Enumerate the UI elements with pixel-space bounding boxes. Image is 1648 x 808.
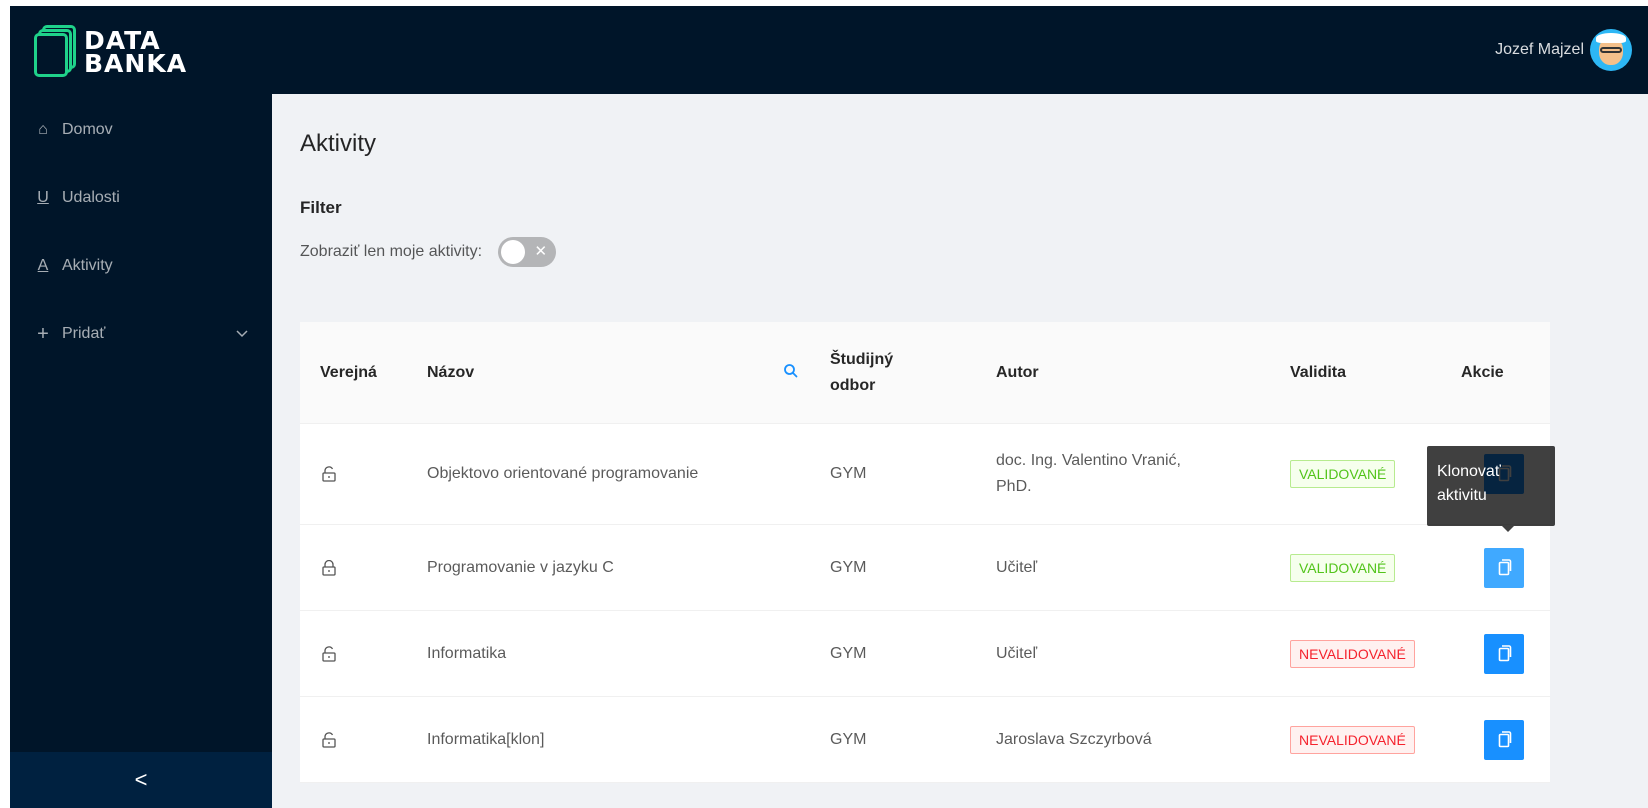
logo-line-2: BANKA	[84, 49, 188, 78]
column-header-author: Autor	[996, 364, 1039, 381]
table-row[interactable]: Informatika[klon] GYM Jaroslava Szczyrbo…	[300, 697, 1550, 783]
status-badge: VALIDOVANÉ	[1290, 553, 1396, 582]
filter-title: Filter	[300, 198, 342, 217]
sidebar-item-udalosti[interactable]: U Udalosti	[10, 178, 272, 218]
activity-name[interactable]: Objektovo orientované programovanie	[427, 424, 698, 524]
table-row[interactable]: Objektovo orientované programovanie GYM …	[300, 424, 1550, 525]
column-header-name: Názov	[427, 364, 475, 381]
chevron-down-icon	[236, 327, 248, 341]
clone-tooltip: Klonovať aktivitu	[1427, 446, 1555, 526]
column-header-public: Verejná	[320, 364, 377, 381]
top-header: DATA BANKA Jozef Majzel	[10, 6, 1648, 94]
column-header-field-line2: odbor	[830, 377, 876, 394]
status-badge: NEVALIDOVANÉ	[1290, 725, 1415, 754]
actions-cell	[1484, 697, 1524, 782]
validity-cell: NEVALIDOVANÉ	[1290, 611, 1415, 696]
column-header-field: Študijný odbor	[830, 322, 893, 424]
avatar[interactable]	[1590, 29, 1632, 71]
logo-text: DATA BANKA	[84, 28, 188, 78]
copy-icon	[1498, 558, 1512, 575]
activity-author: Učiteľ	[996, 558, 1038, 576]
status-badge: VALIDOVANÉ	[1290, 460, 1396, 488]
validity-cell: NEVALIDOVANÉ	[1290, 697, 1415, 782]
activity-author: Učiteľ	[996, 644, 1038, 662]
sidebar-item-domov[interactable]: ⌂ Domov	[10, 110, 272, 150]
toggle-knob	[501, 240, 526, 264]
activity-field: GYM	[830, 644, 867, 662]
activity-author: Jaroslava Szczyrbová	[996, 730, 1152, 748]
page-title: Aktivity	[300, 130, 377, 157]
table-header: Verejná Názov Študijný odbor Autor Valid…	[300, 322, 1550, 424]
clone-activity-button[interactable]	[1484, 547, 1524, 588]
clone-activity-button[interactable]	[1484, 719, 1524, 760]
filter-label: Zobraziť len moje aktivity:	[300, 243, 483, 260]
sidebar-item-label: Udalosti	[62, 189, 120, 206]
logo-pages-icon	[34, 25, 76, 79]
home-icon: ⌂	[38, 121, 48, 138]
activities-table: Verejná Názov Študijný odbor Autor Valid…	[300, 322, 1550, 783]
table-row[interactable]: Informatika GYM Učiteľ NEVALIDOVANÉ	[300, 611, 1550, 697]
lock-icon	[322, 525, 336, 610]
tooltip-arrow	[1502, 526, 1514, 532]
column-header-actions: Akcie	[1461, 364, 1504, 381]
user-name: Jozef Majzel	[1495, 41, 1584, 58]
app-frame: DATA BANKA Jozef Majzel ⌂ Domov U Udalos…	[10, 6, 1648, 808]
actions-cell	[1484, 525, 1524, 610]
search-icon[interactable]	[782, 362, 800, 380]
activity-field: GYM	[830, 730, 867, 748]
validity-cell: VALIDOVANÉ	[1290, 424, 1396, 524]
my-activities-toggle[interactable]: ✕	[498, 237, 557, 267]
activity-author: doc. Ing. Valentino Vranić, PhD.	[996, 424, 1181, 524]
a-letter-icon: A	[37, 257, 49, 274]
sidebar: ⌂ Domov U Udalosti A Aktivity + Pridať <	[10, 94, 272, 808]
unlock-icon	[322, 611, 336, 696]
sidebar-item-label: Domov	[62, 121, 113, 138]
tooltip-line2: aktivitu	[1437, 487, 1487, 504]
sidebar-item-aktivity[interactable]: A Aktivity	[10, 246, 272, 286]
user-menu[interactable]: Jozef Majzel	[1495, 28, 1632, 72]
tooltip-line1: Klonovať	[1437, 463, 1501, 480]
sidebar-item-label: Pridať	[62, 325, 106, 342]
copy-icon	[1498, 644, 1512, 661]
table-row[interactable]: Programovanie v jazyku C GYM Učiteľ VALI…	[300, 525, 1550, 611]
column-header-validity: Validita	[1290, 364, 1347, 381]
author-line1: doc. Ing. Valentino Vranić,	[996, 452, 1181, 469]
activity-name[interactable]: Informatika[klon]	[427, 697, 544, 782]
sidebar-item-pridat[interactable]: + Pridať	[10, 314, 272, 354]
activity-name[interactable]: Informatika	[427, 611, 506, 696]
validity-cell: VALIDOVANÉ	[1290, 525, 1396, 610]
sidebar-collapse-button[interactable]: <	[10, 752, 272, 808]
activity-field: GYM	[830, 465, 867, 482]
sidebar-item-label: Aktivity	[62, 257, 113, 274]
filter-row: Zobraziť len moje aktivity: ✕	[300, 234, 557, 270]
activity-field: GYM	[830, 558, 867, 576]
status-badge: NEVALIDOVANÉ	[1290, 639, 1415, 668]
clone-activity-button[interactable]	[1484, 633, 1524, 674]
author-line2: PhD.	[996, 478, 1032, 495]
plus-icon: +	[37, 322, 49, 345]
unlock-icon	[322, 424, 336, 524]
activity-name[interactable]: Programovanie v jazyku C	[427, 525, 614, 610]
logo[interactable]: DATA BANKA	[34, 24, 194, 80]
unlock-icon	[322, 697, 336, 782]
actions-cell	[1484, 611, 1524, 696]
close-icon: ✕	[534, 243, 548, 260]
copy-icon	[1498, 730, 1512, 747]
u-letter-icon: U	[37, 189, 49, 206]
column-header-field-line1: Študijný	[830, 351, 894, 368]
